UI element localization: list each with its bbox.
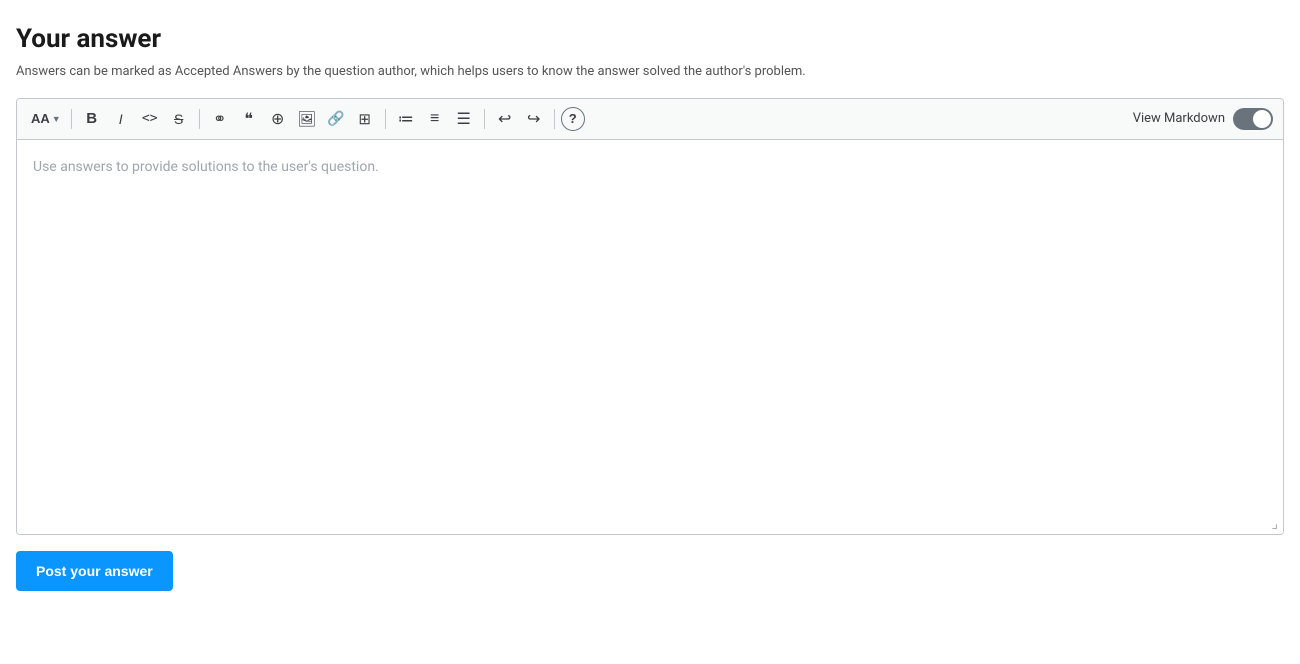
font-size-label: AA bbox=[31, 111, 50, 126]
quote-icon: ❝ bbox=[244, 109, 253, 129]
help-group: ? bbox=[561, 107, 585, 131]
redo-button[interactable]: ↪ bbox=[520, 105, 548, 133]
indent-icon: ☰ bbox=[457, 109, 471, 129]
list-group: ≔ ≡ ☰ bbox=[392, 105, 478, 133]
help-button[interactable]: ? bbox=[561, 107, 585, 131]
ordered-list-button[interactable]: ≔ bbox=[392, 105, 420, 133]
italic-button[interactable]: I bbox=[107, 105, 135, 133]
editor-body[interactable]: Use answers to provide solutions to the … bbox=[17, 140, 1283, 512]
post-answer-button[interactable]: Post your answer bbox=[16, 551, 173, 591]
divider-5 bbox=[554, 109, 555, 129]
resize-handle-area: ⌟ bbox=[17, 512, 1283, 534]
editor-content-area[interactable]: Use answers to provide solutions to the … bbox=[33, 156, 1267, 496]
code-block-button[interactable]: ⊕ bbox=[264, 105, 292, 133]
editor-placeholder: Use answers to provide solutions to the … bbox=[33, 159, 379, 175]
view-markdown-label: View Markdown bbox=[1133, 111, 1225, 126]
table-icon: ⊞ bbox=[358, 110, 371, 128]
undo-icon: ↩ bbox=[498, 109, 511, 129]
code-icon: <> bbox=[142, 111, 158, 126]
editor-toolbar: AA ▼ B I <> S ⚭ bbox=[17, 99, 1283, 140]
chevron-down-icon: ▼ bbox=[52, 114, 61, 124]
ordered-list-icon: ≔ bbox=[398, 109, 414, 129]
unordered-list-icon: ≡ bbox=[430, 110, 439, 128]
font-size-button[interactable]: AA ▼ bbox=[27, 105, 65, 133]
view-markdown-section: View Markdown bbox=[1133, 108, 1273, 130]
divider-3 bbox=[385, 109, 386, 129]
divider-2 bbox=[199, 109, 200, 129]
insert-group: ⚭ ❝ ⊕ 🖼 🔗 ⊞ bbox=[206, 105, 379, 133]
inline-code-button[interactable]: <> bbox=[136, 105, 164, 133]
text-format-group: B I <> S bbox=[78, 105, 193, 133]
divider-1 bbox=[71, 109, 72, 129]
view-markdown-toggle[interactable] bbox=[1233, 108, 1273, 130]
undo-button[interactable]: ↩ bbox=[491, 105, 519, 133]
image-button[interactable]: 🖼 bbox=[293, 105, 321, 133]
indent-button[interactable]: ☰ bbox=[450, 105, 478, 133]
strikethrough-icon: S bbox=[174, 111, 183, 127]
hyperlink-icon: 🔗 bbox=[327, 110, 344, 127]
hyperlink-button[interactable]: 🔗 bbox=[322, 105, 350, 133]
divider-4 bbox=[484, 109, 485, 129]
history-group: ↩ ↪ bbox=[491, 105, 548, 133]
bold-button[interactable]: B bbox=[78, 105, 106, 133]
help-icon: ? bbox=[569, 111, 577, 126]
italic-icon: I bbox=[119, 111, 123, 127]
resize-icon[interactable]: ⌟ bbox=[1268, 514, 1281, 534]
link-icon: ⚭ bbox=[213, 109, 226, 129]
blockquote-button[interactable]: ❝ bbox=[235, 105, 263, 133]
unordered-list-button[interactable]: ≡ bbox=[421, 105, 449, 133]
redo-icon: ↪ bbox=[527, 109, 540, 129]
editor-container: AA ▼ B I <> S ⚭ bbox=[16, 98, 1284, 535]
code-block-icon: ⊕ bbox=[271, 109, 284, 129]
page-subtitle: Answers can be marked as Accepted Answer… bbox=[16, 62, 1284, 82]
strikethrough-button[interactable]: S bbox=[165, 105, 193, 133]
page-title: Your answer bbox=[16, 24, 1284, 54]
image-icon: 🖼 bbox=[297, 110, 316, 128]
font-size-group: AA ▼ bbox=[27, 105, 65, 133]
bold-icon: B bbox=[86, 110, 97, 127]
link-button[interactable]: ⚭ bbox=[206, 105, 234, 133]
table-button[interactable]: ⊞ bbox=[351, 105, 379, 133]
